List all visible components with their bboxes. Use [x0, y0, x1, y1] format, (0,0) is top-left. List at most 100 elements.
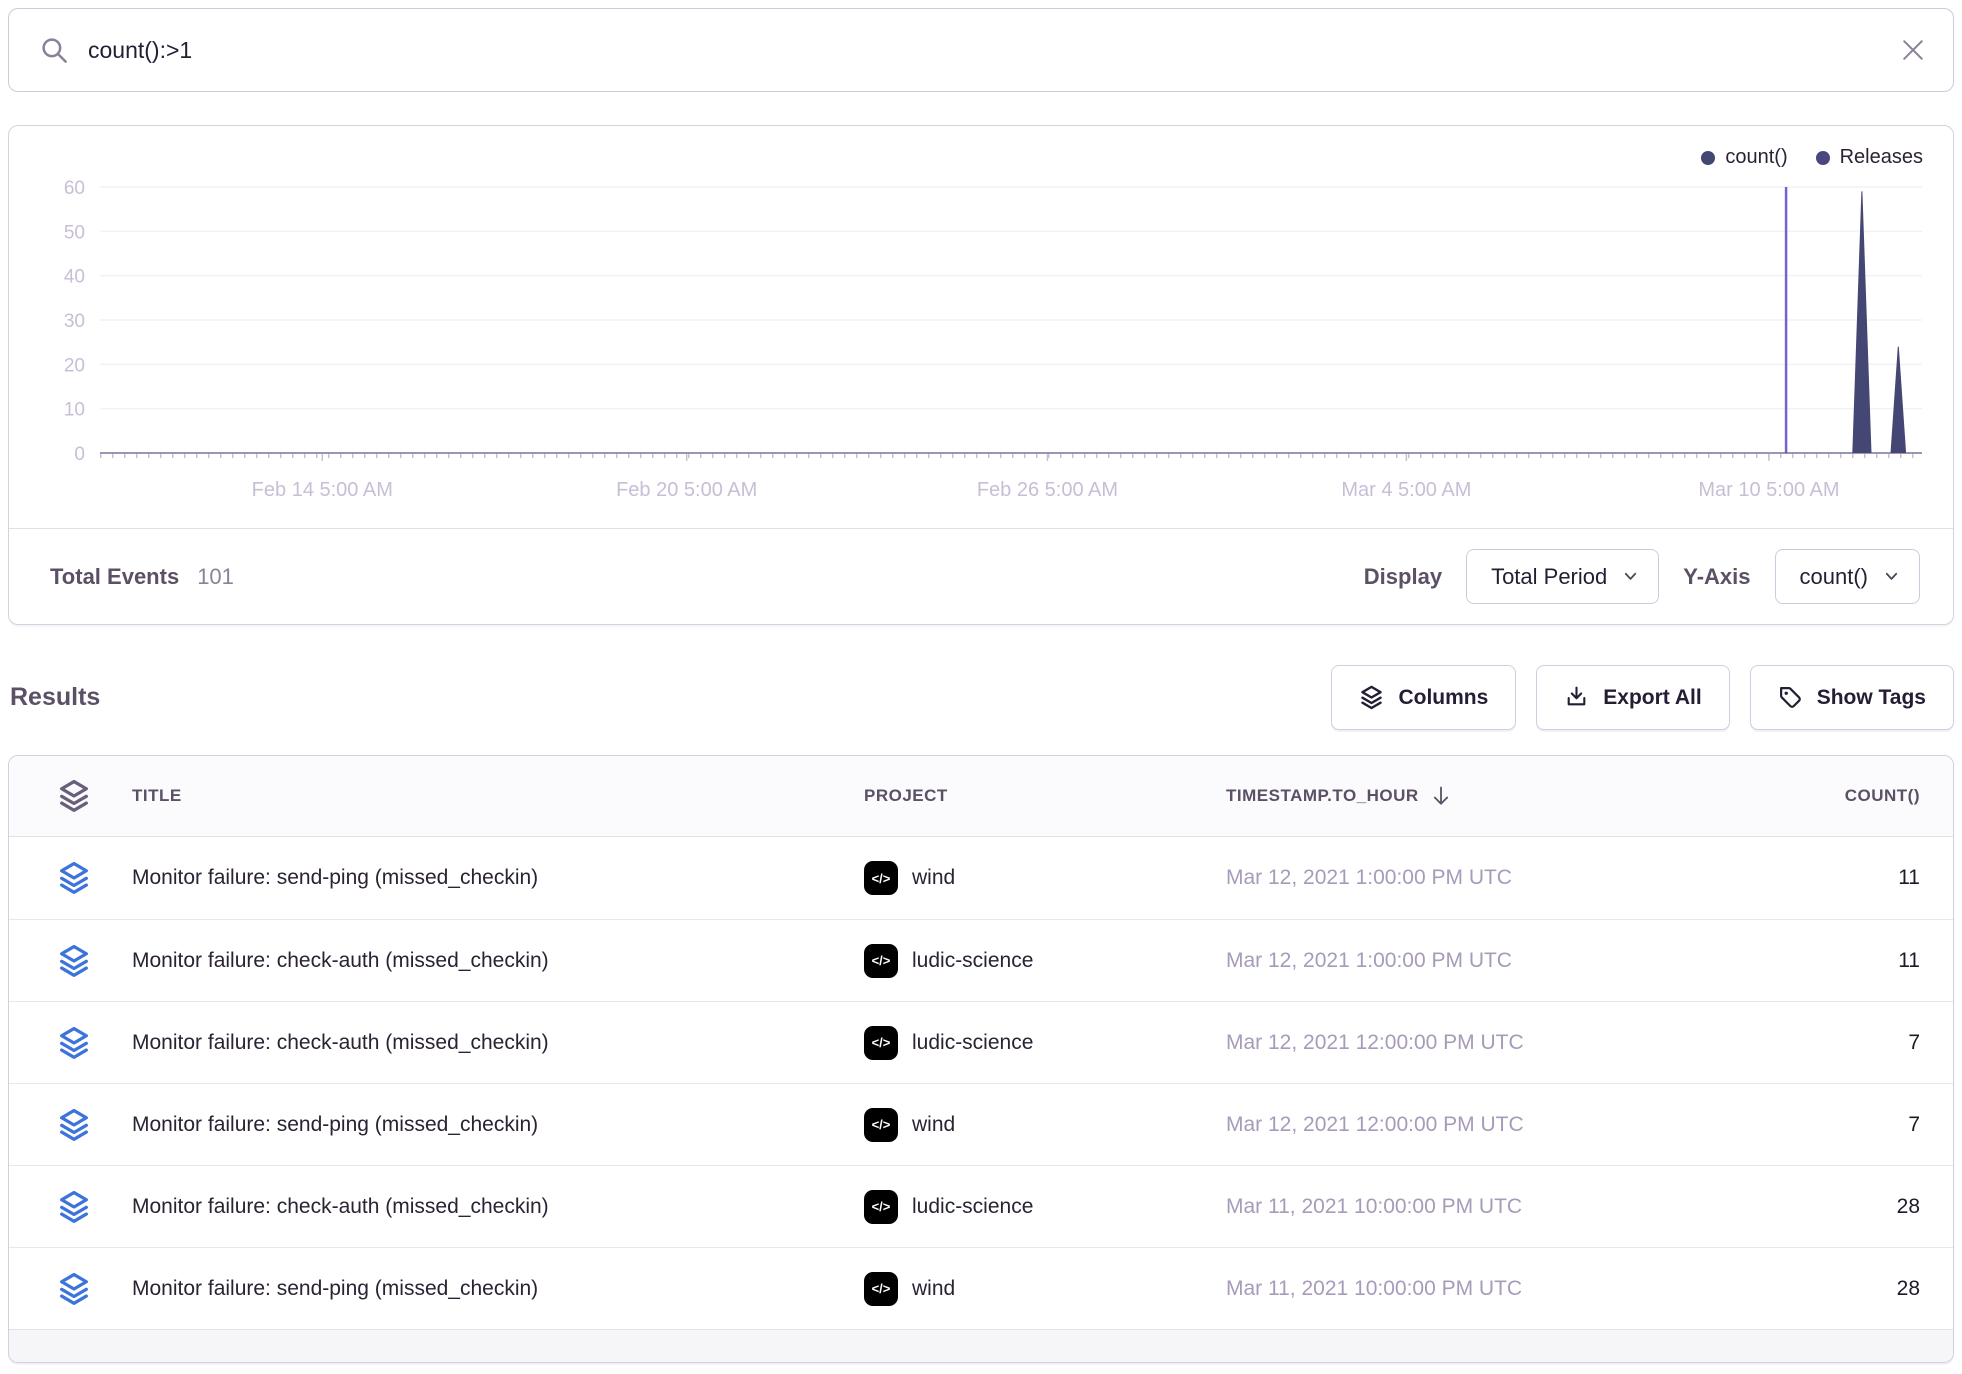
- display-label: Display: [1364, 564, 1442, 590]
- row-timestamp: Mar 12, 2021 1:00:00 PM UTC: [1226, 949, 1666, 973]
- show-tags-button[interactable]: Show Tags: [1750, 665, 1954, 730]
- search-input[interactable]: [86, 36, 1899, 65]
- project-platform-icon: </>: [864, 944, 898, 978]
- row-stack-cell: [57, 861, 132, 895]
- row-project-cell: </> wind: [864, 1272, 1226, 1306]
- row-stack-cell: [57, 1026, 132, 1060]
- row-count: 11: [1666, 949, 1920, 973]
- row-title-link[interactable]: Monitor failure: check-auth (missed_chec…: [132, 1031, 864, 1055]
- display-dropdown-value: Total Period: [1491, 564, 1607, 590]
- columns-button-label: Columns: [1398, 686, 1488, 710]
- total-events-label: Total Events: [50, 564, 179, 590]
- project-name: ludic-science: [912, 1195, 1033, 1219]
- row-title-link[interactable]: Monitor failure: check-auth (missed_chec…: [132, 949, 864, 973]
- header-title[interactable]: TITLE: [132, 786, 864, 806]
- results-header-row: Results Columns Export All Show Tags: [10, 660, 1954, 735]
- row-timestamp: Mar 12, 2021 12:00:00 PM UTC: [1226, 1031, 1666, 1055]
- header-stack-column[interactable]: [57, 779, 132, 813]
- svg-text:20: 20: [64, 355, 85, 376]
- row-title-link[interactable]: Monitor failure: send-ping (missed_check…: [132, 1277, 864, 1301]
- project-name: ludic-science: [912, 949, 1033, 973]
- export-all-button[interactable]: Export All: [1536, 665, 1729, 730]
- chevron-down-icon: [1882, 567, 1901, 586]
- chart-panel: count() Releases 0102030405060Feb 14 5:0…: [8, 125, 1954, 625]
- svg-text:Mar 4 5:00 AM: Mar 4 5:00 AM: [1341, 479, 1471, 501]
- project-platform-icon: </>: [864, 1190, 898, 1224]
- row-stack-cell: [57, 1272, 132, 1306]
- row-stack-cell: [57, 944, 132, 978]
- layers-icon: [57, 861, 91, 895]
- table-row[interactable]: Monitor failure: send-ping (missed_check…: [9, 837, 1953, 919]
- project-platform-icon: </>: [864, 1272, 898, 1306]
- header-timestamp[interactable]: TIMESTAMP.TO_HOUR: [1226, 784, 1666, 808]
- svg-text:Feb 14 5:00 AM: Feb 14 5:00 AM: [252, 479, 393, 501]
- clear-search-button[interactable]: [1899, 36, 1927, 64]
- header-project-label: PROJECT: [864, 786, 948, 806]
- header-title-label: TITLE: [132, 786, 182, 806]
- row-stack-cell: [57, 1190, 132, 1224]
- row-timestamp: Mar 11, 2021 10:00:00 PM UTC: [1226, 1195, 1666, 1219]
- yaxis-label: Y-Axis: [1683, 564, 1750, 590]
- table-header: TITLE PROJECT TIMESTAMP.TO_HOUR COUNT(): [9, 756, 1953, 837]
- legend-item-releases[interactable]: Releases: [1816, 146, 1923, 169]
- sort-desc-arrow-icon: [1429, 784, 1453, 808]
- project-platform-icon: </>: [864, 1026, 898, 1060]
- row-count: 7: [1666, 1031, 1920, 1055]
- columns-button[interactable]: Columns: [1331, 665, 1516, 730]
- tag-icon: [1778, 685, 1803, 710]
- row-project-cell: </> wind: [864, 861, 1226, 895]
- row-timestamp: Mar 12, 2021 1:00:00 PM UTC: [1226, 866, 1666, 890]
- row-project-cell: </> ludic-science: [864, 944, 1226, 978]
- project-name: wind: [912, 866, 955, 890]
- yaxis-dropdown[interactable]: count(): [1775, 549, 1920, 604]
- table-footer: [9, 1329, 1953, 1362]
- row-project-cell: </> ludic-science: [864, 1026, 1226, 1060]
- search-bar: [8, 8, 1954, 92]
- search-icon: [39, 35, 69, 65]
- chart-footer: Total Events 101 Display Total Period Y-…: [9, 528, 1953, 624]
- download-icon: [1564, 685, 1589, 710]
- svg-text:Feb 20 5:00 AM: Feb 20 5:00 AM: [616, 479, 757, 501]
- header-timestamp-label: TIMESTAMP.TO_HOUR: [1226, 786, 1419, 806]
- events-over-time-chart: 0102030405060Feb 14 5:00 AMFeb 20 5:00 A…: [9, 126, 1953, 528]
- yaxis-dropdown-value: count(): [1800, 564, 1868, 590]
- display-dropdown[interactable]: Total Period: [1466, 549, 1659, 604]
- svg-text:10: 10: [64, 400, 85, 421]
- chart-legend: count() Releases: [1701, 146, 1923, 169]
- layers-icon: [57, 1272, 91, 1306]
- row-count: 11: [1666, 866, 1920, 890]
- table-row[interactable]: Monitor failure: send-ping (missed_check…: [9, 1083, 1953, 1165]
- svg-text:Feb 26 5:00 AM: Feb 26 5:00 AM: [977, 479, 1118, 501]
- row-stack-cell: [57, 1108, 132, 1142]
- layers-icon: [1359, 685, 1384, 710]
- row-count: 28: [1666, 1277, 1920, 1301]
- table-row[interactable]: Monitor failure: check-auth (missed_chec…: [9, 1001, 1953, 1083]
- header-count[interactable]: COUNT(): [1666, 786, 1920, 806]
- layers-icon: [57, 779, 91, 813]
- legend-label-releases: Releases: [1840, 146, 1923, 169]
- table-row[interactable]: Monitor failure: check-auth (missed_chec…: [9, 1165, 1953, 1247]
- legend-dot-count: [1701, 151, 1715, 165]
- row-count: 7: [1666, 1113, 1920, 1137]
- results-heading: Results: [10, 683, 100, 712]
- legend-item-count[interactable]: count(): [1701, 146, 1787, 169]
- svg-text:40: 40: [64, 267, 85, 288]
- export-all-button-label: Export All: [1603, 686, 1701, 710]
- table-body: Monitor failure: send-ping (missed_check…: [9, 837, 1953, 1329]
- project-name: wind: [912, 1113, 955, 1137]
- svg-text:Mar 10 5:00 AM: Mar 10 5:00 AM: [1698, 479, 1839, 501]
- layers-icon: [57, 1108, 91, 1142]
- svg-text:30: 30: [64, 311, 85, 332]
- row-count: 28: [1666, 1195, 1920, 1219]
- header-project[interactable]: PROJECT: [864, 786, 1226, 806]
- row-title-link[interactable]: Monitor failure: check-auth (missed_chec…: [132, 1195, 864, 1219]
- table-row[interactable]: Monitor failure: send-ping (missed_check…: [9, 1247, 1953, 1329]
- svg-text:50: 50: [64, 222, 85, 243]
- row-title-link[interactable]: Monitor failure: send-ping (missed_check…: [132, 1113, 864, 1137]
- close-icon: [1899, 36, 1927, 64]
- row-timestamp: Mar 11, 2021 10:00:00 PM UTC: [1226, 1277, 1666, 1301]
- row-project-cell: </> ludic-science: [864, 1190, 1226, 1224]
- legend-dot-releases: [1816, 151, 1830, 165]
- row-title-link[interactable]: Monitor failure: send-ping (missed_check…: [132, 866, 864, 890]
- table-row[interactable]: Monitor failure: check-auth (missed_chec…: [9, 919, 1953, 1001]
